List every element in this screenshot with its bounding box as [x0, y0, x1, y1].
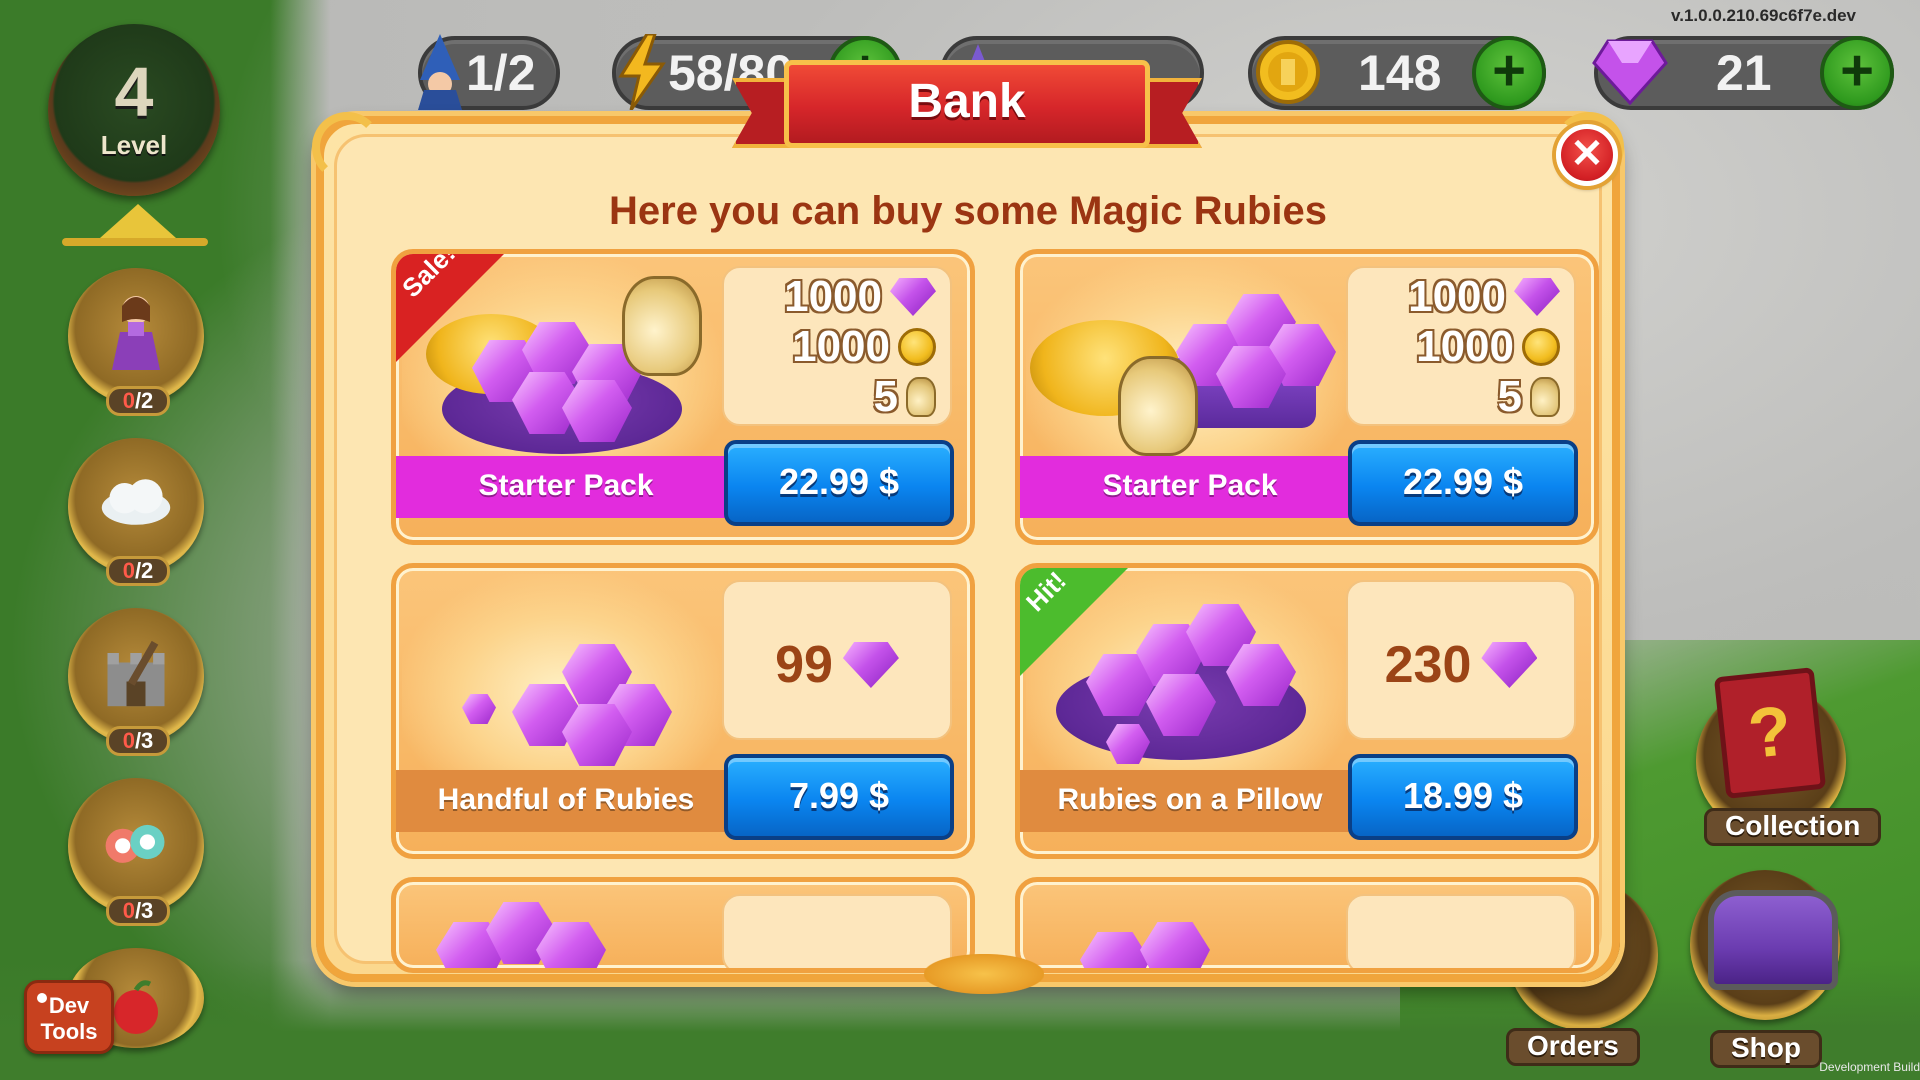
ruby-icon [842, 642, 899, 688]
buy-button[interactable]: 18.99 $ [1348, 754, 1578, 840]
collection-book-icon[interactable]: ? [1713, 667, 1827, 799]
wizard-counter[interactable]: 1/2 [418, 34, 560, 110]
offer-line-coins: 1000 [792, 322, 936, 372]
offer-line-seeds: 5 [874, 372, 936, 422]
wizard-count: 1/2 [466, 45, 536, 101]
shop-chest-icon[interactable] [1708, 890, 1838, 990]
bank-title-ribbon: Bank [732, 52, 1202, 168]
buy-button[interactable]: 7.99 $ [724, 754, 954, 840]
handful-of-rubies-art [402, 574, 722, 774]
offer-contents-panel: 1000 1000 5 [1346, 266, 1576, 426]
bank-modal-body: Here you can buy some Magic Rubies Sale!… [334, 134, 1602, 973]
offer-line-seeds: 5 [1498, 372, 1560, 422]
cloud-icon [98, 462, 174, 542]
task-counter: 0/2 [106, 556, 170, 586]
task-candy[interactable]: 0/3 [68, 778, 204, 926]
offer-card-starter-pack-sale[interactable]: Sale! 1000 1000 5 Starter Pack 22.99 $ [391, 249, 975, 545]
tower-icon [98, 632, 174, 712]
close-button[interactable]: ✕ [1556, 124, 1618, 186]
candy-icon [98, 802, 174, 882]
buy-button[interactable]: 22.99 $ [1348, 440, 1578, 526]
offer-contents-panel [1346, 894, 1576, 968]
ruby-counter[interactable]: 21 + [1592, 36, 1894, 110]
bottom-ornament [924, 954, 1044, 994]
task-counter: 0/2 [106, 386, 170, 416]
level-number: 4 [114, 53, 154, 131]
offer-card-rubies-on-a-pillow[interactable]: Hit! 230 Rubies on a Pillow 18.99 $ [1015, 563, 1599, 859]
offer-name: Starter Pack [396, 456, 736, 518]
ruby-icon [890, 278, 936, 316]
ruby-icon [1514, 278, 1560, 316]
offer-contents-panel: 99 [722, 580, 952, 740]
buy-button[interactable]: 22.99 $ [724, 440, 954, 526]
version-label: v.1.0.0.210.69c6f7e.dev [1671, 6, 1856, 25]
princess-icon [98, 292, 174, 372]
dev-tools-label: Dev Tools [40, 993, 98, 1044]
seed-bag-icon [906, 377, 936, 417]
shop-label[interactable]: Shop [1710, 1030, 1822, 1068]
task-counter: 0/3 [106, 896, 170, 926]
task-cloud[interactable]: 0/2 [68, 438, 204, 586]
offer-card-starter-pack[interactable]: 1000 1000 5 Starter Pack 22.99 $ [1015, 249, 1599, 545]
orders-label[interactable]: Orders [1506, 1028, 1640, 1066]
ruby-count: 21 [1716, 45, 1772, 101]
seed-sack [1118, 356, 1198, 456]
coin-icon [1248, 32, 1328, 112]
offer-name: Handful of Rubies [396, 770, 736, 832]
seed-sack [622, 276, 702, 376]
level-progress-bar [62, 238, 208, 246]
offer-card-handful-of-rubies[interactable]: 99 Handful of Rubies 7.99 $ [391, 563, 975, 859]
bank-subtitle: Here you can buy some Magic Rubies [609, 189, 1327, 233]
task-princess[interactable]: 0/2 [68, 268, 204, 416]
offer-amount: 99 [724, 630, 950, 700]
level-up-arrow-icon [100, 204, 176, 238]
offer-contents-panel: 1000 1000 5 [722, 266, 952, 426]
offer-line-rubies: 1000 [1408, 272, 1560, 322]
dev-tools-button[interactable]: Dev Tools [24, 980, 114, 1054]
level-badge[interactable]: 4 Level [48, 24, 220, 196]
dev-tools-indicator [37, 993, 47, 1003]
ruby-icon [1481, 642, 1538, 688]
bank-title: Bank [784, 60, 1150, 148]
offer-card-partial[interactable] [391, 877, 975, 973]
ruby-icon [1590, 32, 1670, 112]
offer-line-coins: 1000 [1416, 322, 1560, 372]
coin-icon [1522, 328, 1560, 366]
seed-bag-icon [1530, 377, 1560, 417]
offer-card-partial[interactable] [1015, 877, 1599, 973]
task-tower[interactable]: 0/3 [68, 608, 204, 756]
offer-name: Rubies on a Pillow [1020, 770, 1360, 832]
offer-amount: 230 [1348, 630, 1574, 700]
offer-contents-panel: 230 [1346, 580, 1576, 740]
offer-contents-panel [722, 894, 952, 968]
collection-label[interactable]: Collection [1704, 808, 1882, 846]
development-build-label: Development Build [1819, 1060, 1920, 1074]
coin-count: 148 [1358, 45, 1442, 101]
add-rubies-button[interactable]: + [1820, 36, 1894, 110]
level-label: Level [100, 130, 168, 160]
bank-modal: Here you can buy some Magic Rubies Sale!… [312, 112, 1624, 994]
add-coins-button[interactable]: + [1472, 36, 1546, 110]
coin-counter[interactable]: 148 + [1248, 36, 1546, 110]
coin-icon [898, 328, 936, 366]
task-counter: 0/3 [106, 726, 170, 756]
offer-line-rubies: 1000 [784, 272, 936, 322]
starter-pack-chest-art [1026, 260, 1346, 460]
offer-name: Starter Pack [1020, 456, 1360, 518]
